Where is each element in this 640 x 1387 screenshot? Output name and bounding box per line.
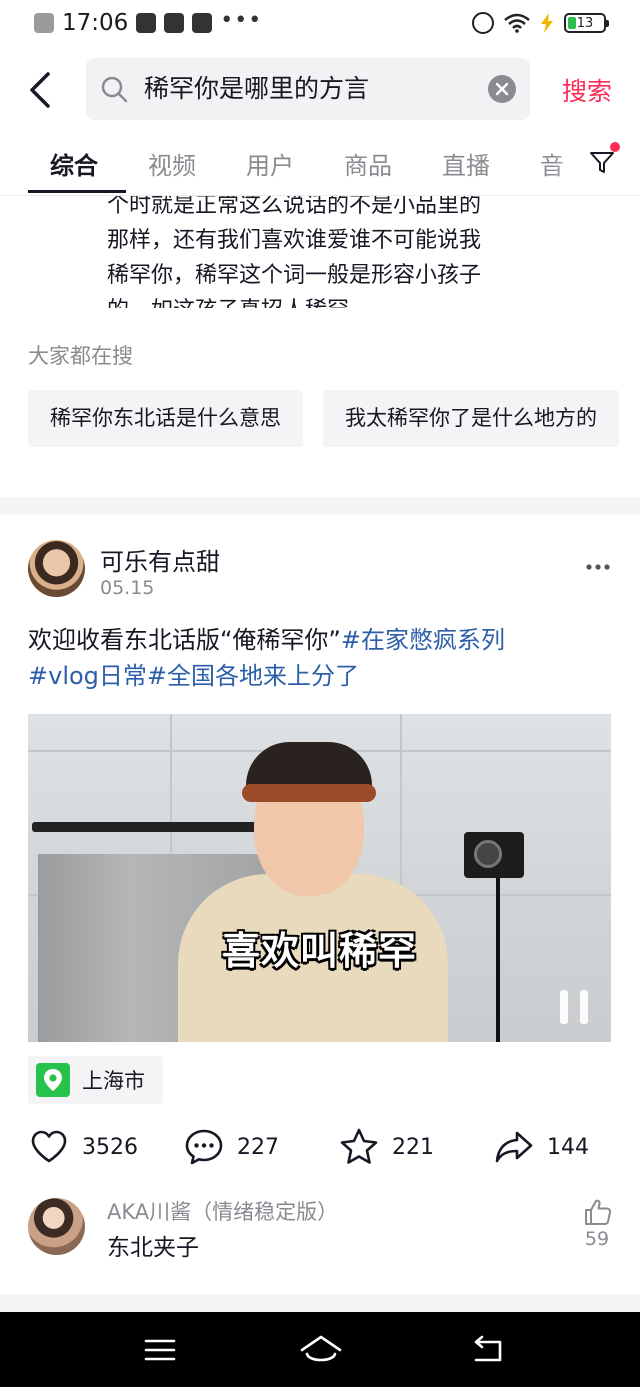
commenter-name[interactable]: AKA川酱（情绪稳定版） (107, 1196, 338, 1226)
share-icon (495, 1131, 533, 1163)
share-button[interactable]: 144 (493, 1126, 589, 1168)
status-bar: 17:06 ••• 13 (0, 0, 640, 50)
home-nav-icon[interactable] (299, 1332, 343, 1368)
everyone-searching-title: 大家都在搜 (28, 344, 133, 368)
video-player[interactable]: 喜欢叫稀罕 (28, 714, 611, 1042)
comment-like-count: 59 (584, 1228, 610, 1250)
charging-icon (541, 13, 553, 33)
filter-button[interactable] (588, 142, 620, 176)
comment-button[interactable]: 227 (183, 1126, 279, 1168)
hashtag-link[interactable]: #vlog日常 (28, 662, 147, 690)
commenter-avatar[interactable] (28, 1198, 85, 1255)
post-date: 05.15 (100, 577, 155, 599)
comment-like-icon[interactable] (583, 1198, 613, 1226)
close-notification-icon (34, 13, 54, 33)
close-icon (495, 82, 509, 96)
tab-active-indicator (28, 190, 126, 193)
pause-icon[interactable] (560, 990, 590, 1024)
location-chip[interactable]: 上海市 (28, 1056, 163, 1104)
filter-icon (590, 152, 614, 173)
comment-count: 227 (237, 1134, 279, 1160)
system-navigation-bar (0, 1312, 640, 1387)
tab-comprehensive[interactable]: 综合 (50, 146, 98, 181)
more-options-icon[interactable] (585, 560, 611, 574)
star-icon (340, 1128, 378, 1164)
app-icon (164, 13, 185, 33)
answer-line: 的，如这孩子真招人稀罕。 (107, 293, 557, 308)
battery-level: 13 (576, 15, 594, 31)
search-header: 搜索 (0, 50, 640, 130)
back-nav-icon[interactable] (468, 1332, 508, 1368)
answer-line: 那样，还有我们喜欢谁爱谁不可能说我 (107, 228, 482, 253)
search-submit-button[interactable]: 搜索 (562, 72, 612, 108)
heart-icon (31, 1130, 67, 1163)
menu-nav-icon[interactable] (140, 1332, 180, 1368)
tab-videos[interactable]: 视频 (148, 146, 196, 181)
favorite-button[interactable]: 221 (338, 1126, 434, 1168)
section-divider (0, 1294, 640, 1312)
status-right: 13 (472, 12, 609, 34)
status-time: 17:06 (62, 10, 129, 36)
person-headband (242, 784, 376, 802)
camera-lens (474, 840, 502, 868)
related-search-chips: 稀罕你东北话是什么意思 我太稀罕你了是什么地方的 (28, 390, 640, 448)
search-input[interactable] (144, 58, 464, 120)
comment-text: 东北夹子 (107, 1235, 199, 1261)
battery-icon: 13 (564, 13, 609, 33)
back-button[interactable] (24, 68, 60, 112)
comment-icon (185, 1129, 223, 1165)
hashtag-link[interactable]: #全国各地来上分了 (147, 662, 359, 690)
author-avatar[interactable] (28, 540, 85, 597)
post-actions: 3526 227 221 144 (0, 1126, 640, 1176)
clear-search-button[interactable] (488, 75, 516, 103)
author-name[interactable]: 可乐有点甜 (100, 542, 220, 577)
like-button[interactable]: 3526 (28, 1126, 138, 1168)
more-dots-icon: ••• (220, 7, 263, 33)
share-count: 144 (547, 1134, 589, 1160)
video-subtitle: 喜欢叫稀罕 (221, 929, 417, 973)
answer-line: 稀罕你，稀罕这个词一般是形容小孩子 (107, 263, 482, 288)
tab-fade (552, 130, 592, 194)
tab-products[interactable]: 商品 (344, 146, 392, 181)
search-tabs: 综合 视频 用户 商品 直播 音 (0, 130, 640, 196)
hashtag-link[interactable]: #在家憋疯系列 (341, 626, 505, 654)
like-count: 3526 (82, 1134, 138, 1160)
search-icon (101, 76, 128, 103)
location-pin-icon (36, 1063, 70, 1097)
tab-live[interactable]: 直播 (442, 146, 490, 181)
related-search-chip[interactable]: 我太稀罕你了是什么地方的 (323, 390, 619, 447)
section-divider (0, 497, 640, 515)
status-left: 17:06 ••• (34, 7, 263, 36)
answer-snippet: 个时就是正常这么说话的不是小品里的 那样，还有我们喜欢谁爱谁不可能说我 稀罕你，… (107, 196, 557, 308)
wechat-icon (136, 13, 157, 33)
wifi-icon (504, 13, 530, 33)
related-search-chip[interactable]: 稀罕你东北话是什么意思 (28, 390, 303, 447)
search-box[interactable] (86, 58, 530, 120)
towel-rail (32, 822, 262, 832)
tab-users[interactable]: 用户 (246, 146, 294, 181)
favorite-count: 221 (392, 1134, 434, 1160)
caption-text: 欢迎收看东北话版“俺稀罕你” (28, 626, 341, 654)
post-caption: 欢迎收看东北话版“俺稀罕你”#在家憋疯系列 #vlog日常#全国各地来上分了 (28, 622, 618, 694)
alarm-icon (472, 12, 494, 34)
message-icon (192, 13, 213, 33)
answer-line: 个时就是正常这么说话的不是小品里的 (107, 196, 482, 218)
location-text: 上海市 (82, 1069, 145, 1093)
filter-notification-dot (610, 142, 620, 152)
